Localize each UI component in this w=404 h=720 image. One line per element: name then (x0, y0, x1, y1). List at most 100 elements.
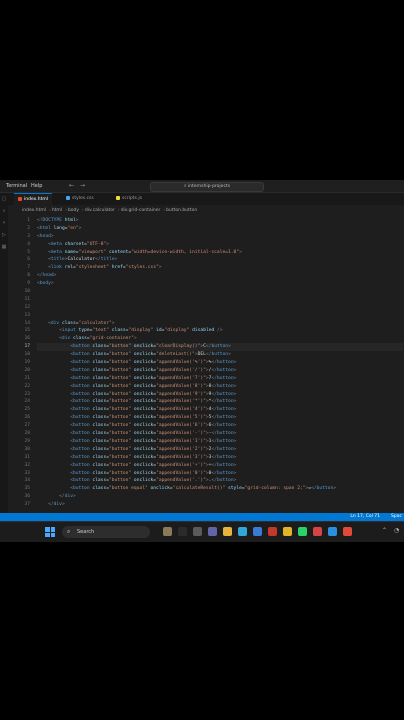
mountain-widget-icon[interactable] (163, 527, 172, 536)
code-line[interactable]: </head> (37, 272, 403, 280)
wifi-icon[interactable]: ◔ (394, 527, 399, 534)
code-line[interactable]: <button class="button" onclick="appendVa… (37, 359, 403, 367)
code-line[interactable]: </div> (37, 501, 403, 509)
code-line[interactable]: <input type="text" class="display" id="d… (37, 327, 403, 335)
code-line[interactable]: <meta charset="UTF-8"> (37, 241, 403, 249)
extensions-icon[interactable]: ▦ (0, 241, 8, 253)
code-line[interactable] (37, 304, 403, 312)
tab-index-html[interactable]: index.html (14, 193, 52, 206)
code-line[interactable]: <button class="button" onclick="appendVa… (37, 375, 403, 383)
code-line[interactable] (37, 288, 403, 296)
code-line[interactable]: <button class="button" onclick="appendVa… (37, 422, 403, 430)
chrome-icon[interactable] (343, 527, 352, 536)
code-token: "appendValue('5')" (156, 415, 206, 421)
menu-terminal[interactable]: Terminal (6, 183, 27, 189)
breadcrumb-item[interactable]: index.html (22, 208, 46, 213)
code-line[interactable]: <div class="calculator"> (37, 320, 403, 328)
vscode-icon[interactable] (328, 527, 337, 536)
search-activity-icon[interactable]: ⌕ (0, 205, 8, 217)
run-debug-icon[interactable]: ▷ (0, 229, 8, 241)
code-token: > (233, 375, 237, 381)
code-line[interactable]: <div class="grid-container"> (37, 335, 403, 343)
chrome-icon[interactable] (283, 527, 292, 536)
line-number: 21 (24, 375, 30, 381)
code-token: class (92, 375, 107, 381)
code-line[interactable]: <button class="button equal" onclick="ca… (37, 485, 403, 493)
code-line[interactable]: <!DOCTYPE html> (37, 217, 403, 225)
code-line[interactable]: <body> (37, 280, 403, 288)
explorer-icon[interactable]: ▢ (0, 193, 8, 205)
code-line[interactable]: <button class="button" onclick="deleteLa… (37, 351, 403, 359)
code-line[interactable] (37, 296, 403, 304)
code-line[interactable]: <button class="button" onclick="appendVa… (37, 391, 403, 399)
code-token: button (72, 383, 90, 389)
code-line[interactable]: <button class="button" onclick="appendVa… (37, 398, 403, 406)
code-line[interactable]: <link rel="stylesheet" href="styles.css"… (37, 264, 403, 272)
code-token: link (50, 265, 62, 271)
task-view-icon[interactable] (193, 527, 202, 536)
tab-scripts-js[interactable]: scripts.js (112, 193, 146, 205)
code-line[interactable]: <button class="button" onclick="clearDis… (37, 343, 403, 352)
command-center-search[interactable]: ⌕ internship-projects (150, 182, 264, 192)
code-token: "button" (109, 454, 132, 460)
code-token: div (53, 502, 62, 508)
breadcrumb-item[interactable]: div.grid-container (121, 208, 161, 213)
cursor-position[interactable]: Ln 17, Col 71 (350, 513, 380, 521)
indentation-status[interactable]: Spac (391, 513, 402, 521)
code-line[interactable]: <button class="button" onclick="appendVa… (37, 470, 403, 478)
code-line[interactable]: <button class="button" onclick="appendVa… (37, 446, 403, 454)
tab-styles-css[interactable]: styles.css (62, 193, 98, 205)
windows-start-icon[interactable] (45, 527, 55, 537)
taskbar-search-label: Search (77, 529, 95, 535)
chevron-up-icon[interactable]: ⌃ (382, 527, 387, 534)
code-line[interactable]: <meta name="viewport" content="width=dev… (37, 249, 403, 257)
code-line[interactable]: </div> (37, 493, 403, 501)
folder-icon[interactable] (223, 527, 232, 536)
teams-icon[interactable] (208, 527, 217, 536)
record-icon[interactable] (313, 527, 322, 536)
code-line[interactable]: <button class="button" onclick="appendVa… (37, 462, 403, 470)
code-token: class (92, 415, 107, 421)
taskbar-search[interactable]: ⌕ Search (62, 526, 150, 538)
code-token: onclick (133, 407, 154, 413)
code-line[interactable]: <button class="button" onclick="appendVa… (37, 438, 403, 446)
line-number: 5 (27, 249, 30, 255)
code-editor[interactable]: 1 2 3 4 5 6 7 8 9 10 11 12 13 14 15 16 17 18 19 20 21 22 23 24 2… (8, 217, 404, 513)
code-area[interactable]: <!DOCTYPE html> <html lang="en"> <head> <m… (37, 217, 403, 509)
app-icon[interactable] (268, 527, 277, 536)
code-token: class (92, 407, 107, 413)
arrow-left-icon[interactable]: ← (69, 182, 74, 189)
code-token: "viewport" (78, 249, 107, 255)
code-token: "appendValue('+')" (156, 462, 206, 468)
code-line[interactable]: <button class="button" onclick="appendVa… (37, 406, 403, 414)
code-line[interactable]: <button class="button" onclick="appendVa… (37, 430, 403, 438)
code-token: > (233, 367, 237, 373)
code-line[interactable]: <button class="button" onclick="appendVa… (37, 477, 403, 485)
breadcrumb-item[interactable]: body (68, 208, 79, 213)
breadcrumb-item[interactable]: div.calculator (85, 208, 115, 213)
code-token: rel (64, 265, 74, 271)
arrow-right-icon[interactable]: → (80, 182, 85, 189)
file-explorer-icon[interactable] (178, 527, 187, 536)
breadcrumb-item[interactable]: html (52, 208, 62, 213)
edge-icon[interactable] (238, 527, 247, 536)
breadcrumb-item[interactable]: button.button (166, 208, 197, 213)
menu-help[interactable]: Help (31, 183, 42, 189)
line-number: 30 (24, 446, 30, 452)
code-line[interactable]: <button class="button" onclick="appendVa… (37, 454, 403, 462)
code-token: > (50, 281, 54, 287)
code-line[interactable]: <title>Calculator</title> (37, 256, 403, 264)
whatsapp-icon[interactable] (298, 527, 307, 536)
code-token: "button" (109, 462, 132, 468)
code-token: "button" (109, 399, 132, 405)
code-line[interactable] (37, 312, 403, 320)
code-line[interactable]: <button class="button" onclick="appendVa… (37, 367, 403, 375)
code-line[interactable]: <html lang="en"> (37, 225, 403, 233)
source-control-icon[interactable]: ⑂ (0, 217, 8, 229)
code-line[interactable]: <button class="button" onclick="appendVa… (37, 383, 403, 391)
store-icon[interactable] (253, 527, 262, 536)
code-line[interactable]: <head> (37, 233, 403, 241)
code-line[interactable]: <button class="button" onclick="appendVa… (37, 414, 403, 422)
